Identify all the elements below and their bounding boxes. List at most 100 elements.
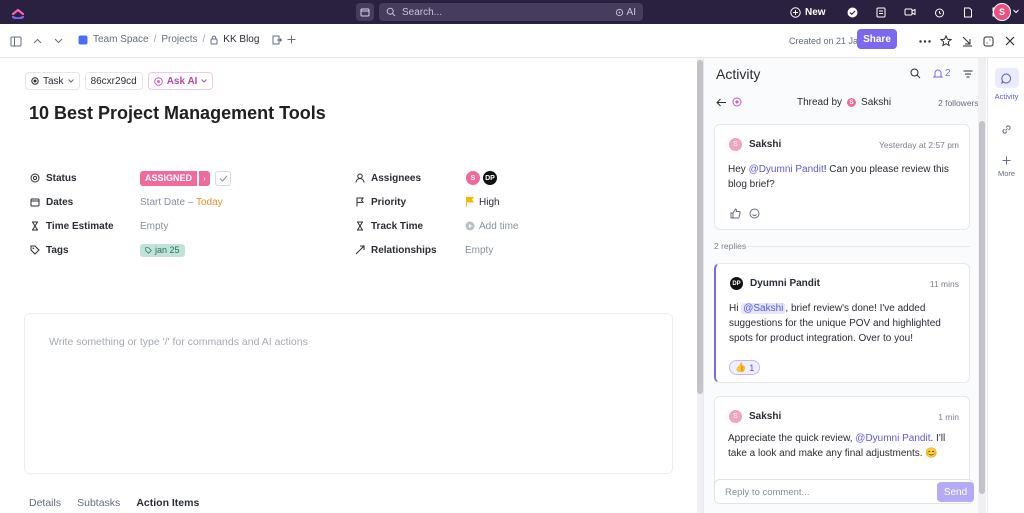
track-time-field: Track Time Add time <box>355 214 518 238</box>
divider <box>746 246 970 247</box>
activity-scrollbar[interactable] <box>978 58 986 513</box>
task-id[interactable]: 86cxr29cd <box>84 72 143 90</box>
assignee-avatar[interactable]: S <box>465 170 481 186</box>
created-date: Created on 21 Jan <box>789 36 864 46</box>
priority-value[interactable]: High <box>465 197 500 208</box>
relationships-value[interactable]: Empty <box>465 245 493 256</box>
task-title[interactable]: 10 Best Project Management Tools <box>29 103 326 124</box>
video-record-icon[interactable] <box>902 4 918 20</box>
breadcrumb-projects[interactable]: Projects <box>161 34 197 45</box>
more-horizontal-icon[interactable] <box>918 34 932 48</box>
status-value[interactable]: ASSIGNED <box>140 170 198 186</box>
status-next-icon[interactable]: › <box>199 170 211 186</box>
rail-more[interactable]: More <box>988 156 1024 178</box>
reaction-chip[interactable]: 👍 1 <box>729 360 761 375</box>
tab-details[interactable]: Details <box>29 497 61 509</box>
rail-activity[interactable]: Activity <box>988 68 1024 101</box>
task-fields-right: Assignees S DP Priority High Track Time … <box>355 166 518 262</box>
space-icon <box>78 35 88 45</box>
tag-chip[interactable]: jan 25 <box>140 243 185 257</box>
activity-title: Activity <box>716 66 761 82</box>
new-button[interactable]: New <box>790 4 826 20</box>
star-icon[interactable] <box>939 34 953 48</box>
user-avatar[interactable]: S <box>993 3 1011 21</box>
time-estimate-value[interactable]: Empty <box>140 221 168 232</box>
ask-ai-button[interactable]: Ask AI <box>147 72 214 90</box>
search-bar[interactable]: Search... AI <box>379 3 643 21</box>
mention-link[interactable]: @Sakshi <box>741 303 786 314</box>
ai-brain-icon <box>732 97 742 107</box>
notepad-icon[interactable] <box>873 4 889 20</box>
chevron-up-icon[interactable] <box>30 34 44 48</box>
complete-check-icon[interactable] <box>215 170 232 186</box>
rail-links[interactable] <box>988 124 1024 135</box>
hourglass-icon <box>32 221 38 231</box>
back-arrow-icon[interactable] <box>716 98 727 107</box>
docs-icon[interactable] <box>960 4 976 20</box>
priority-text: High <box>479 196 500 208</box>
share-button[interactable]: Share <box>857 29 897 49</box>
notifications-button[interactable]: 2 <box>933 68 951 79</box>
task-fields-left: Status ASSIGNED › Dates Start Date – Tod… <box>30 166 232 262</box>
plus-circle-icon <box>790 6 801 18</box>
comment-body: Hey @Dyumni Pandit! Can you please revie… <box>728 162 966 192</box>
breadcrumb-separator: / <box>202 34 206 45</box>
dates-value[interactable]: Start Date – Today <box>140 197 223 208</box>
chevron-down-icon[interactable] <box>51 34 65 48</box>
comment-card: S Sakshi Yesterday at 2:57 pm Hey @Dyumni… <box>714 124 970 230</box>
tab-action-items[interactable]: Action Items <box>136 497 199 509</box>
due-date: Today <box>195 196 223 208</box>
chevron-down-icon[interactable] <box>1013 9 1019 14</box>
move-task-icon[interactable] <box>272 35 283 45</box>
mention-link[interactable]: @Dyumni Pandit <box>749 164 824 175</box>
search-ai-button[interactable]: AI <box>615 7 636 18</box>
tag-icon <box>30 245 40 255</box>
status-selector[interactable]: ASSIGNED › <box>140 170 232 186</box>
tab-subtasks[interactable]: Subtasks <box>77 497 120 509</box>
rail-activity-label: Activity <box>994 92 1019 101</box>
search-ai-label: AI <box>626 6 636 18</box>
task-type-selector[interactable]: Task <box>25 72 80 90</box>
add-time-button[interactable]: Add time <box>465 221 518 232</box>
minimize-arrow-icon[interactable] <box>960 34 974 48</box>
dates-label: Dates <box>46 196 74 208</box>
thread-author: Sakshi <box>861 97 892 108</box>
assignee-avatars[interactable]: S DP <box>465 170 498 186</box>
search-icon[interactable] <box>910 68 921 79</box>
add-reaction-icon[interactable] <box>749 208 760 219</box>
description-editor[interactable]: Write something or type '/' for commands… <box>24 313 673 474</box>
sidebar-toggle-icon[interactable] <box>9 34 23 48</box>
calendar-icon[interactable] <box>356 3 374 21</box>
mention-link[interactable]: @Dyumni Pandit <box>855 433 930 444</box>
chevron-down-icon <box>67 79 74 83</box>
reaction-count: 1 <box>749 362 755 373</box>
comment-time: 1 min <box>938 412 959 422</box>
breadcrumb-team-space[interactable]: Team Space <box>93 34 149 45</box>
comment-time: 11 mins <box>929 279 959 289</box>
filter-icon[interactable] <box>963 70 973 78</box>
assignees-label: Assignees <box>371 172 422 184</box>
clickup-logo-icon[interactable] <box>11 5 25 19</box>
activity-panel: Activity 2 Thread by S Sakshi 2 follower… <box>703 58 986 513</box>
comment-body: Hi @Sakshi, brief review's done! I've ad… <box>729 301 967 346</box>
alarm-clock-icon[interactable] <box>931 4 947 20</box>
send-button[interactable]: Send <box>937 482 974 502</box>
plus-icon[interactable] <box>287 35 296 44</box>
thumbs-up-icon[interactable] <box>730 208 741 219</box>
time-estimate-label: Time Estimate <box>46 220 114 232</box>
start-date: Start Date <box>140 196 186 208</box>
status-field: Status ASSIGNED › <box>30 166 232 190</box>
comment-text: Hi <box>729 303 742 314</box>
reply-input[interactable]: Reply to comment... Send <box>714 479 974 504</box>
assignees-field: Assignees S DP <box>355 166 518 190</box>
breadcrumb-kk-blog[interactable]: KK Blog <box>223 34 259 45</box>
close-icon[interactable] <box>1003 34 1017 48</box>
play-icon <box>465 221 475 231</box>
scrollbar-thumb[interactable] <box>979 121 985 494</box>
followers-count[interactable]: 2 followers <box>938 98 979 108</box>
priority-flag-icon <box>466 197 474 207</box>
assignee-avatar[interactable]: DP <box>482 170 498 186</box>
expand-icon[interactable] <box>981 34 995 48</box>
check-circle-icon[interactable] <box>844 4 860 20</box>
add-time-label: Add time <box>479 220 519 232</box>
